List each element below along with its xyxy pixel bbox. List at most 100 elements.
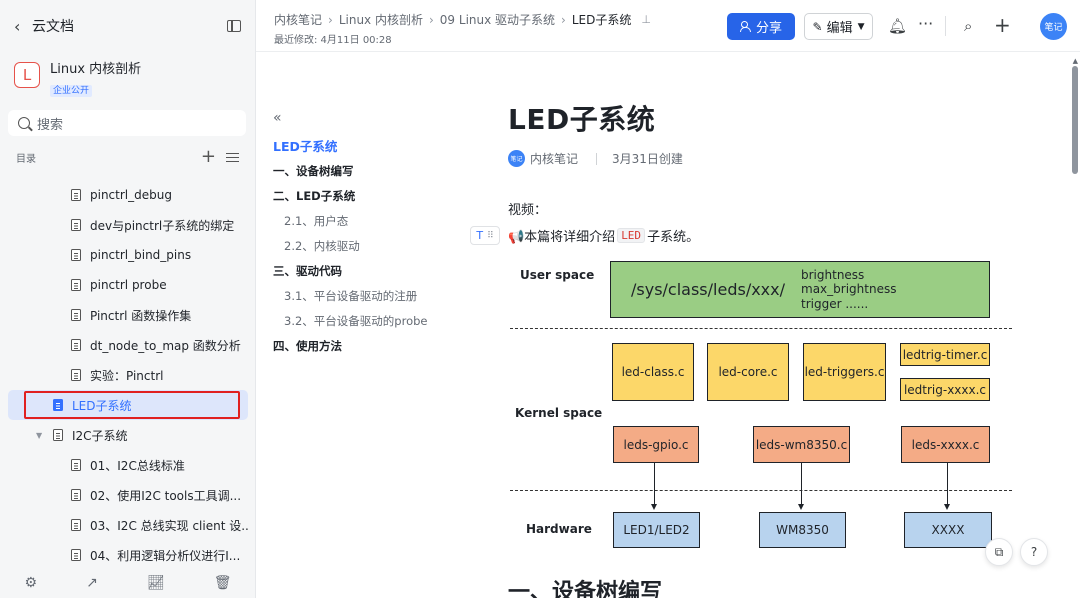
hardware-label: Hardware (526, 522, 592, 536)
breadcrumb-item[interactable]: 09 Linux 驱动子系统 (440, 11, 555, 28)
people-icon (739, 21, 752, 32)
tree-item[interactable]: 03、I2C 总线实现 client 设... (8, 510, 248, 540)
more-icon[interactable]: ··· (918, 14, 933, 33)
share-button[interactable]: 分享 (727, 13, 795, 40)
collapse-outline-icon[interactable]: « (273, 110, 473, 128)
back-icon[interactable]: ‹ (14, 17, 32, 36)
tree-item[interactable]: 02、使用I2C tools工具调... (8, 480, 248, 510)
chevron-down-icon: ▼ (857, 21, 865, 32)
tree-item[interactable]: pinctrl_bind_pins (8, 240, 248, 270)
breadcrumb-item[interactable]: 内核笔记 (274, 11, 322, 28)
outline-item[interactable]: 2.2、内核驱动 (273, 234, 473, 259)
hardware-box: XXXX (904, 512, 992, 548)
document-icon (71, 339, 81, 351)
core-box: led-core.c (707, 343, 789, 401)
arrow-icon (650, 463, 658, 510)
hardware-box: WM8350 (759, 512, 846, 548)
driver-box: leds-xxxx.c (901, 426, 990, 463)
expand-caret-icon[interactable]: ▼ (36, 431, 42, 440)
edit-button[interactable]: ✎ 编辑 ▼ (804, 13, 873, 40)
sidebar-footer: ⚙ ↗ 📈︎ 🗑︎ (0, 568, 256, 598)
author-name[interactable]: 内核笔记 (530, 150, 578, 167)
tree-item-label: I2C子系统 (72, 428, 128, 443)
avatar[interactable]: 笔记 (1040, 13, 1067, 40)
stats-icon[interactable]: 📈︎ (147, 575, 165, 591)
text-type-icon: T (476, 229, 484, 242)
collapse-sidebar-icon[interactable] (227, 20, 241, 32)
app-name: 云文档 (32, 19, 74, 35)
kb-logo: L (14, 62, 40, 88)
section-heading[interactable]: 一、设备树编写 (508, 574, 662, 598)
user-space-label: User space (520, 268, 595, 282)
list-options-icon[interactable] (226, 152, 239, 163)
document-icon (71, 249, 81, 261)
bell-icon[interactable]: 🔔︎ (888, 17, 907, 35)
add-icon[interactable]: + (201, 148, 216, 166)
tree-item[interactable]: pinctrl_debug (8, 180, 248, 210)
pin-icon[interactable]: ⊥ (641, 13, 651, 26)
outline-item[interactable]: 3.1、平台设备驱动的注册 (273, 284, 473, 309)
tree-item-label: pinctrl_debug (90, 188, 172, 202)
sysfs-attr: brightness (801, 267, 865, 282)
chevron-right-icon: › (561, 12, 566, 27)
tree-item-label: 实验：Pinctrl (90, 368, 164, 383)
tree-item[interactable]: 01、I2C总线标准 (8, 450, 248, 480)
document-icon (71, 189, 81, 201)
tree-item-label: 01、I2C总线标准 (90, 458, 185, 473)
pencil-icon: ✎ (812, 19, 823, 34)
arrow-icon (943, 463, 951, 510)
video-label[interactable]: 视频： (508, 199, 547, 218)
author-avatar[interactable]: 笔记 (508, 150, 525, 167)
arrow-icon (797, 463, 805, 510)
toc-label: 目录 (16, 153, 36, 165)
core-box: led-triggers.c (803, 343, 886, 401)
hardware-box: LED1/LED2 (613, 512, 700, 548)
block-handle[interactable]: T ⠿ (470, 226, 500, 245)
sidebar: ‹ 云文档 L Linux 内核剖析 企业公开 搜索 目录 + pinctrl_… (0, 0, 256, 598)
tree-item[interactable]: 实验：Pinctrl (8, 360, 248, 390)
outline-item[interactable]: 三、驱动代码 (273, 259, 473, 284)
tree-item[interactable]: dt_node_to_map 函数分析 (8, 330, 248, 360)
driver-box: leds-gpio.c (613, 426, 699, 463)
tree-item[interactable]: 04、利用逻辑分析仪进行I... (8, 540, 248, 570)
tree-item[interactable]: Pinctrl 函数操作集 (8, 300, 248, 330)
tree-item-label: Pinctrl 函数操作集 (90, 308, 192, 323)
paragraph-block[interactable]: T ⠿ 📢本篇将详细介绍 LED 子系统。 (470, 226, 699, 245)
outline-item[interactable]: 四、使用方法 (273, 334, 473, 359)
outline-item[interactable]: LED子系统 (273, 134, 473, 159)
divider (945, 16, 946, 36)
share-out-icon[interactable]: ↗ (86, 575, 98, 591)
tree-item-label: 04、利用逻辑分析仪进行I... (90, 548, 241, 563)
outline-item[interactable]: 2.1、用户态 (273, 209, 473, 234)
led-architecture-diagram[interactable]: User space /sys/class/leds/xxx/ brightne… (508, 252, 1018, 552)
knowledge-base-header[interactable]: L Linux 内核剖析 企业公开 (14, 62, 141, 97)
search-icon[interactable]: ⌕ (964, 17, 972, 35)
tree-item-label: 03、I2C 总线实现 client 设... (90, 518, 248, 533)
edit-label: 编辑 (826, 21, 853, 36)
tree-item[interactable]: ▼ I2C子系统 (8, 420, 248, 450)
page-title[interactable]: LED子系统 (508, 98, 655, 138)
settings-icon[interactable]: ⚙ (25, 575, 38, 591)
tree-item-active[interactable]: LED子系统 (8, 390, 248, 420)
tree-item[interactable]: pinctrl probe (8, 270, 248, 300)
add-icon[interactable]: + (994, 13, 1011, 37)
sysfs-attr: trigger ...... (801, 296, 869, 311)
trash-icon[interactable]: 🗑︎ (214, 575, 232, 591)
comments-icon[interactable]: ⧉ (985, 538, 1013, 566)
scrollbar[interactable] (1071, 56, 1079, 596)
outline-item[interactable]: 二、LED子系统 (273, 184, 473, 209)
search-input[interactable]: 搜索 (8, 110, 246, 136)
breadcrumb: 内核笔记 › Linux 内核剖析 › 09 Linux 驱动子系统 › LED… (274, 11, 651, 28)
help-icon[interactable]: ? (1020, 538, 1048, 566)
breadcrumb-item[interactable]: Linux 内核剖析 (339, 11, 423, 28)
kb-visibility-badge: 企业公开 (50, 85, 93, 97)
doc-tree: pinctrl_debug dev与pinctrl子系统的绑定 pinctrl_… (8, 180, 248, 570)
tree-item[interactable]: dev与pinctrl子系统的绑定 (8, 210, 248, 240)
scrollbar-thumb[interactable] (1072, 66, 1078, 174)
outline-item[interactable]: 3.2、平台设备驱动的probe (273, 309, 473, 334)
top-bar: 内核笔记 › Linux 内核剖析 › 09 Linux 驱动子系统 › LED… (256, 0, 1080, 52)
drag-handle-icon[interactable]: ⠿ (487, 231, 494, 241)
outline-item[interactable]: 一、设备树编写 (273, 159, 473, 184)
author-line: 笔记 内核笔记 3月31日创建 (508, 150, 683, 167)
tree-item-label: dt_node_to_map 函数分析 (90, 338, 241, 353)
